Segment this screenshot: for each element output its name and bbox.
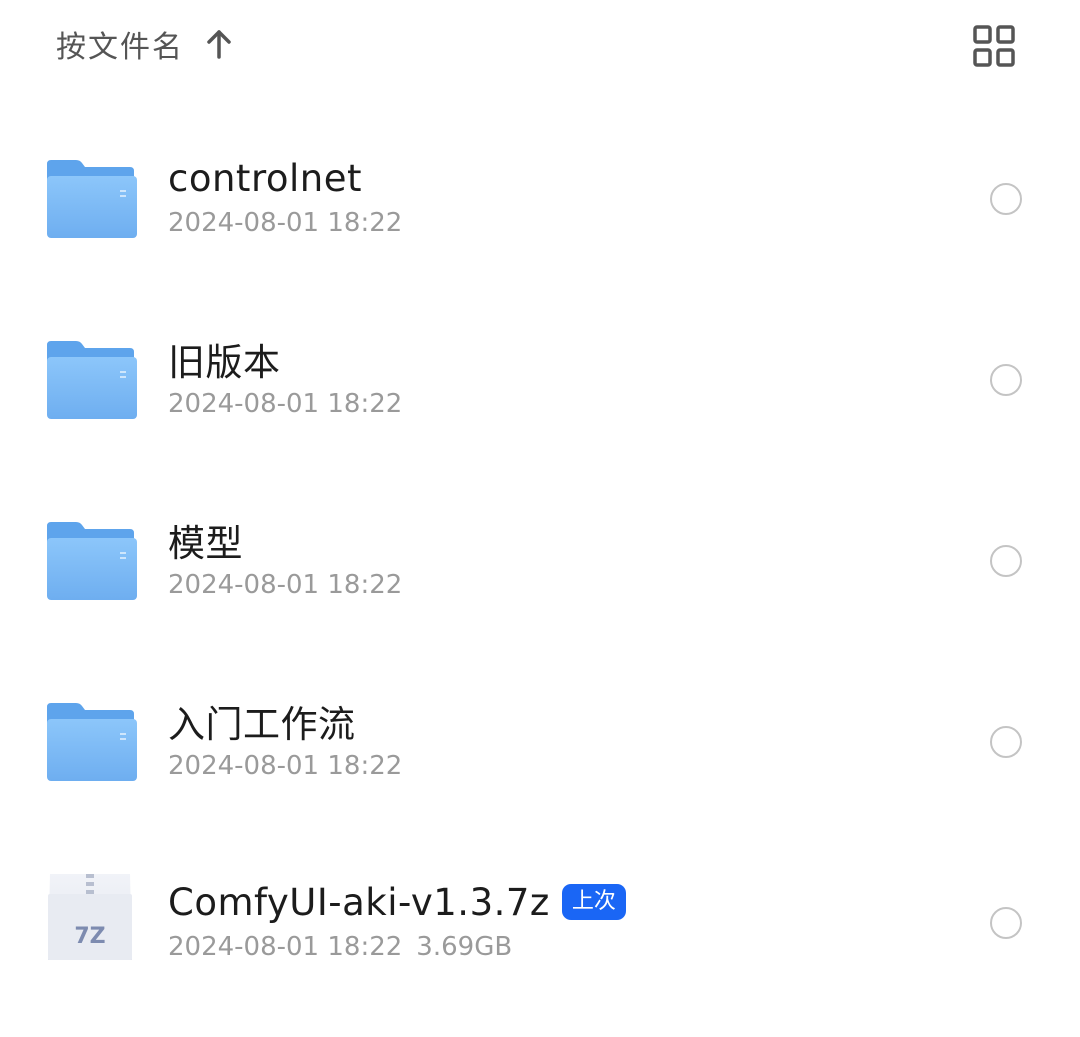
- file-name: controlnet: [168, 156, 362, 200]
- file-size: 3.69GB: [416, 932, 513, 962]
- svg-text:7Z: 7Z: [74, 924, 105, 949]
- select-checkbox[interactable]: [990, 183, 1022, 215]
- file-list: controlnet 2024-08-01 18:22 旧版本 2024-08-…: [0, 110, 1080, 1015]
- file-meta: 2024-08-01 18:22 3.69GB: [168, 932, 940, 962]
- recent-badge: 上次: [561, 884, 626, 920]
- file-info: ComfyUI-aki-v1.3.7z 上次 2024-08-01 18:22 3…: [168, 878, 940, 962]
- folder-icon: [44, 158, 138, 242]
- list-item[interactable]: 模型 2024-08-01 18:22: [0, 472, 1080, 653]
- list-item[interactable]: 旧版本 2024-08-01 18:22: [0, 291, 1080, 472]
- file-meta: 2024-08-01 18:22: [168, 751, 940, 781]
- file-browser: 按文件名 controlnet 2024-08-01 18:22 旧版本 202…: [0, 0, 1080, 1037]
- file-name: 旧版本: [168, 341, 281, 384]
- arrow-up-icon: [206, 28, 232, 60]
- file-info: 入门工作流 2024-08-01 18:22: [168, 697, 940, 781]
- folder-icon: [44, 339, 138, 423]
- file-info: controlnet 2024-08-01 18:22: [168, 154, 940, 239]
- file-info: 旧版本 2024-08-01 18:22: [168, 335, 940, 419]
- folder-icon: [44, 701, 138, 785]
- select-checkbox[interactable]: [990, 907, 1022, 939]
- file-meta: 2024-08-01 18:22: [168, 208, 940, 238]
- sort-label: 按文件名: [56, 30, 184, 65]
- file-name: 入门工作流: [168, 703, 356, 746]
- file-name: 模型: [168, 522, 243, 565]
- modified-date: 2024-08-01 18:22: [168, 389, 403, 419]
- grid-view-icon[interactable]: [972, 24, 1016, 68]
- 7z-archive-icon: 7Z: [44, 864, 136, 964]
- list-item[interactable]: 7Z ComfyUI-aki-v1.3.7z 上次 2024-08-01 18:…: [0, 834, 1080, 1015]
- modified-date: 2024-08-01 18:22: [168, 751, 403, 781]
- select-checkbox[interactable]: [990, 364, 1022, 396]
- modified-date: 2024-08-01 18:22: [168, 570, 403, 600]
- file-info: 模型 2024-08-01 18:22: [168, 516, 940, 600]
- modified-date: 2024-08-01 18:22: [168, 932, 403, 962]
- select-checkbox[interactable]: [990, 545, 1022, 577]
- folder-icon: [44, 520, 138, 604]
- file-meta: 2024-08-01 18:22: [168, 389, 940, 419]
- select-checkbox[interactable]: [990, 726, 1022, 758]
- file-name: ComfyUI-aki-v1.3.7z: [168, 880, 550, 924]
- modified-date: 2024-08-01 18:22: [168, 208, 403, 238]
- file-meta: 2024-08-01 18:22: [168, 570, 940, 600]
- list-item[interactable]: controlnet 2024-08-01 18:22: [0, 110, 1080, 291]
- list-item[interactable]: 入门工作流 2024-08-01 18:22: [0, 653, 1080, 834]
- sort-button[interactable]: 按文件名: [56, 20, 232, 68]
